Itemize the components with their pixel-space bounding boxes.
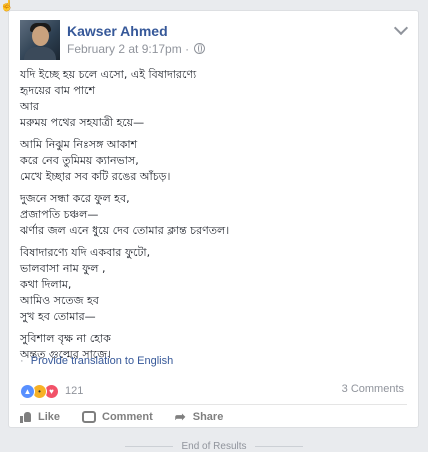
thumbs-up-icon bbox=[20, 411, 32, 423]
like-reaction-icon: ▲ bbox=[20, 383, 35, 399]
poem-line: দুজনে সন্ধা করে ফুল হব, bbox=[20, 192, 130, 205]
post-card: Kawser Ahmed February 2 at 9:17pm · যদি … bbox=[8, 10, 419, 428]
poem-line: বিষাদারণ্যে যদি একবার ফুটো, bbox=[20, 246, 151, 259]
post-timestamp[interactable]: February 2 at 9:17pm bbox=[67, 42, 182, 56]
poem-line: কথা দিলাম, bbox=[20, 278, 72, 291]
globe-icon bbox=[194, 43, 206, 54]
translate-bullet: · bbox=[20, 355, 24, 367]
translate-row: · Provide translation to English bbox=[20, 355, 173, 367]
comment-button[interactable]: Comment bbox=[82, 410, 153, 423]
stanza: দুজনে সন্ধা করে ফুল হব, প্রজাপতি চঞ্চল— … bbox=[20, 191, 400, 239]
stanza: আমি নিঝুম নিঃসঙ্গ আকাশ করে নেব তুমিময় ক… bbox=[20, 137, 400, 185]
poem-line: ভালবাসা নাম ফুল , bbox=[20, 262, 106, 275]
author-name[interactable]: Kawser Ahmed bbox=[67, 23, 168, 39]
action-bar: Like Comment Share bbox=[20, 409, 400, 425]
meta-separator: · bbox=[185, 42, 190, 56]
like-label: Like bbox=[38, 410, 61, 423]
reaction-count[interactable]: 121 bbox=[65, 385, 83, 397]
post-text: যদি ইচ্ছে হয় চলে এসো, এই বিষাদারণ্যে হৃ… bbox=[20, 67, 400, 369]
post-meta: February 2 at 9:17pm · bbox=[67, 42, 206, 56]
avatar[interactable] bbox=[20, 20, 60, 60]
poem-line: আর bbox=[20, 100, 39, 113]
poem-line: করে নেব তুমিময় ক্যানভাস, bbox=[20, 154, 139, 167]
poem-line: মেখে ইচ্ছার সব কটি রঙের আঁচড়। bbox=[20, 170, 171, 183]
stanza: যদি ইচ্ছে হয় চলে এসো, এই বিষাদারণ্যে হৃ… bbox=[20, 67, 400, 131]
poem-line: হৃদয়ের বাম পাশে bbox=[20, 84, 95, 97]
poem-line: সুবিশাল বৃক্ষ না হোক bbox=[20, 332, 111, 345]
poem-line: প্রজাপতি চঞ্চল— bbox=[20, 208, 99, 221]
share-label: Share bbox=[192, 410, 224, 423]
share-icon bbox=[175, 409, 187, 425]
divider bbox=[20, 404, 407, 405]
end-of-results: End of Results bbox=[0, 441, 428, 452]
comment-icon bbox=[82, 411, 97, 423]
share-button[interactable]: Share bbox=[175, 409, 224, 425]
poem-line: সুখ হব তোমার— bbox=[20, 310, 96, 323]
poem-line: মরুময় পথের সহযাত্রী হয়ে— bbox=[20, 116, 145, 129]
like-button[interactable]: Like bbox=[20, 410, 60, 423]
poem-line: আমি নিঝুম নিঃসঙ্গ আকাশ bbox=[20, 138, 138, 151]
stanza: বিষাদারণ্যে যদি একবার ফুটো, ভালবাসা নাম … bbox=[20, 245, 400, 325]
poem-line: আমিও সতেজ হব bbox=[20, 294, 99, 307]
chevron-down-icon[interactable] bbox=[393, 20, 409, 36]
poem-line: যদি ইচ্ছে হয় চলে এসো, এই বিষাদারণ্যে bbox=[20, 68, 197, 81]
poem-line: ঝর্ণার জল এনে ধুয়ে দেব তোমার ক্লান্ত চর… bbox=[20, 224, 230, 237]
translate-link[interactable]: Provide translation to English bbox=[31, 355, 173, 367]
comment-label: Comment bbox=[102, 410, 153, 423]
comments-count[interactable]: 3 Comments bbox=[342, 383, 404, 395]
reactions-summary[interactable]: ▲ • ♥ 121 bbox=[20, 383, 83, 399]
